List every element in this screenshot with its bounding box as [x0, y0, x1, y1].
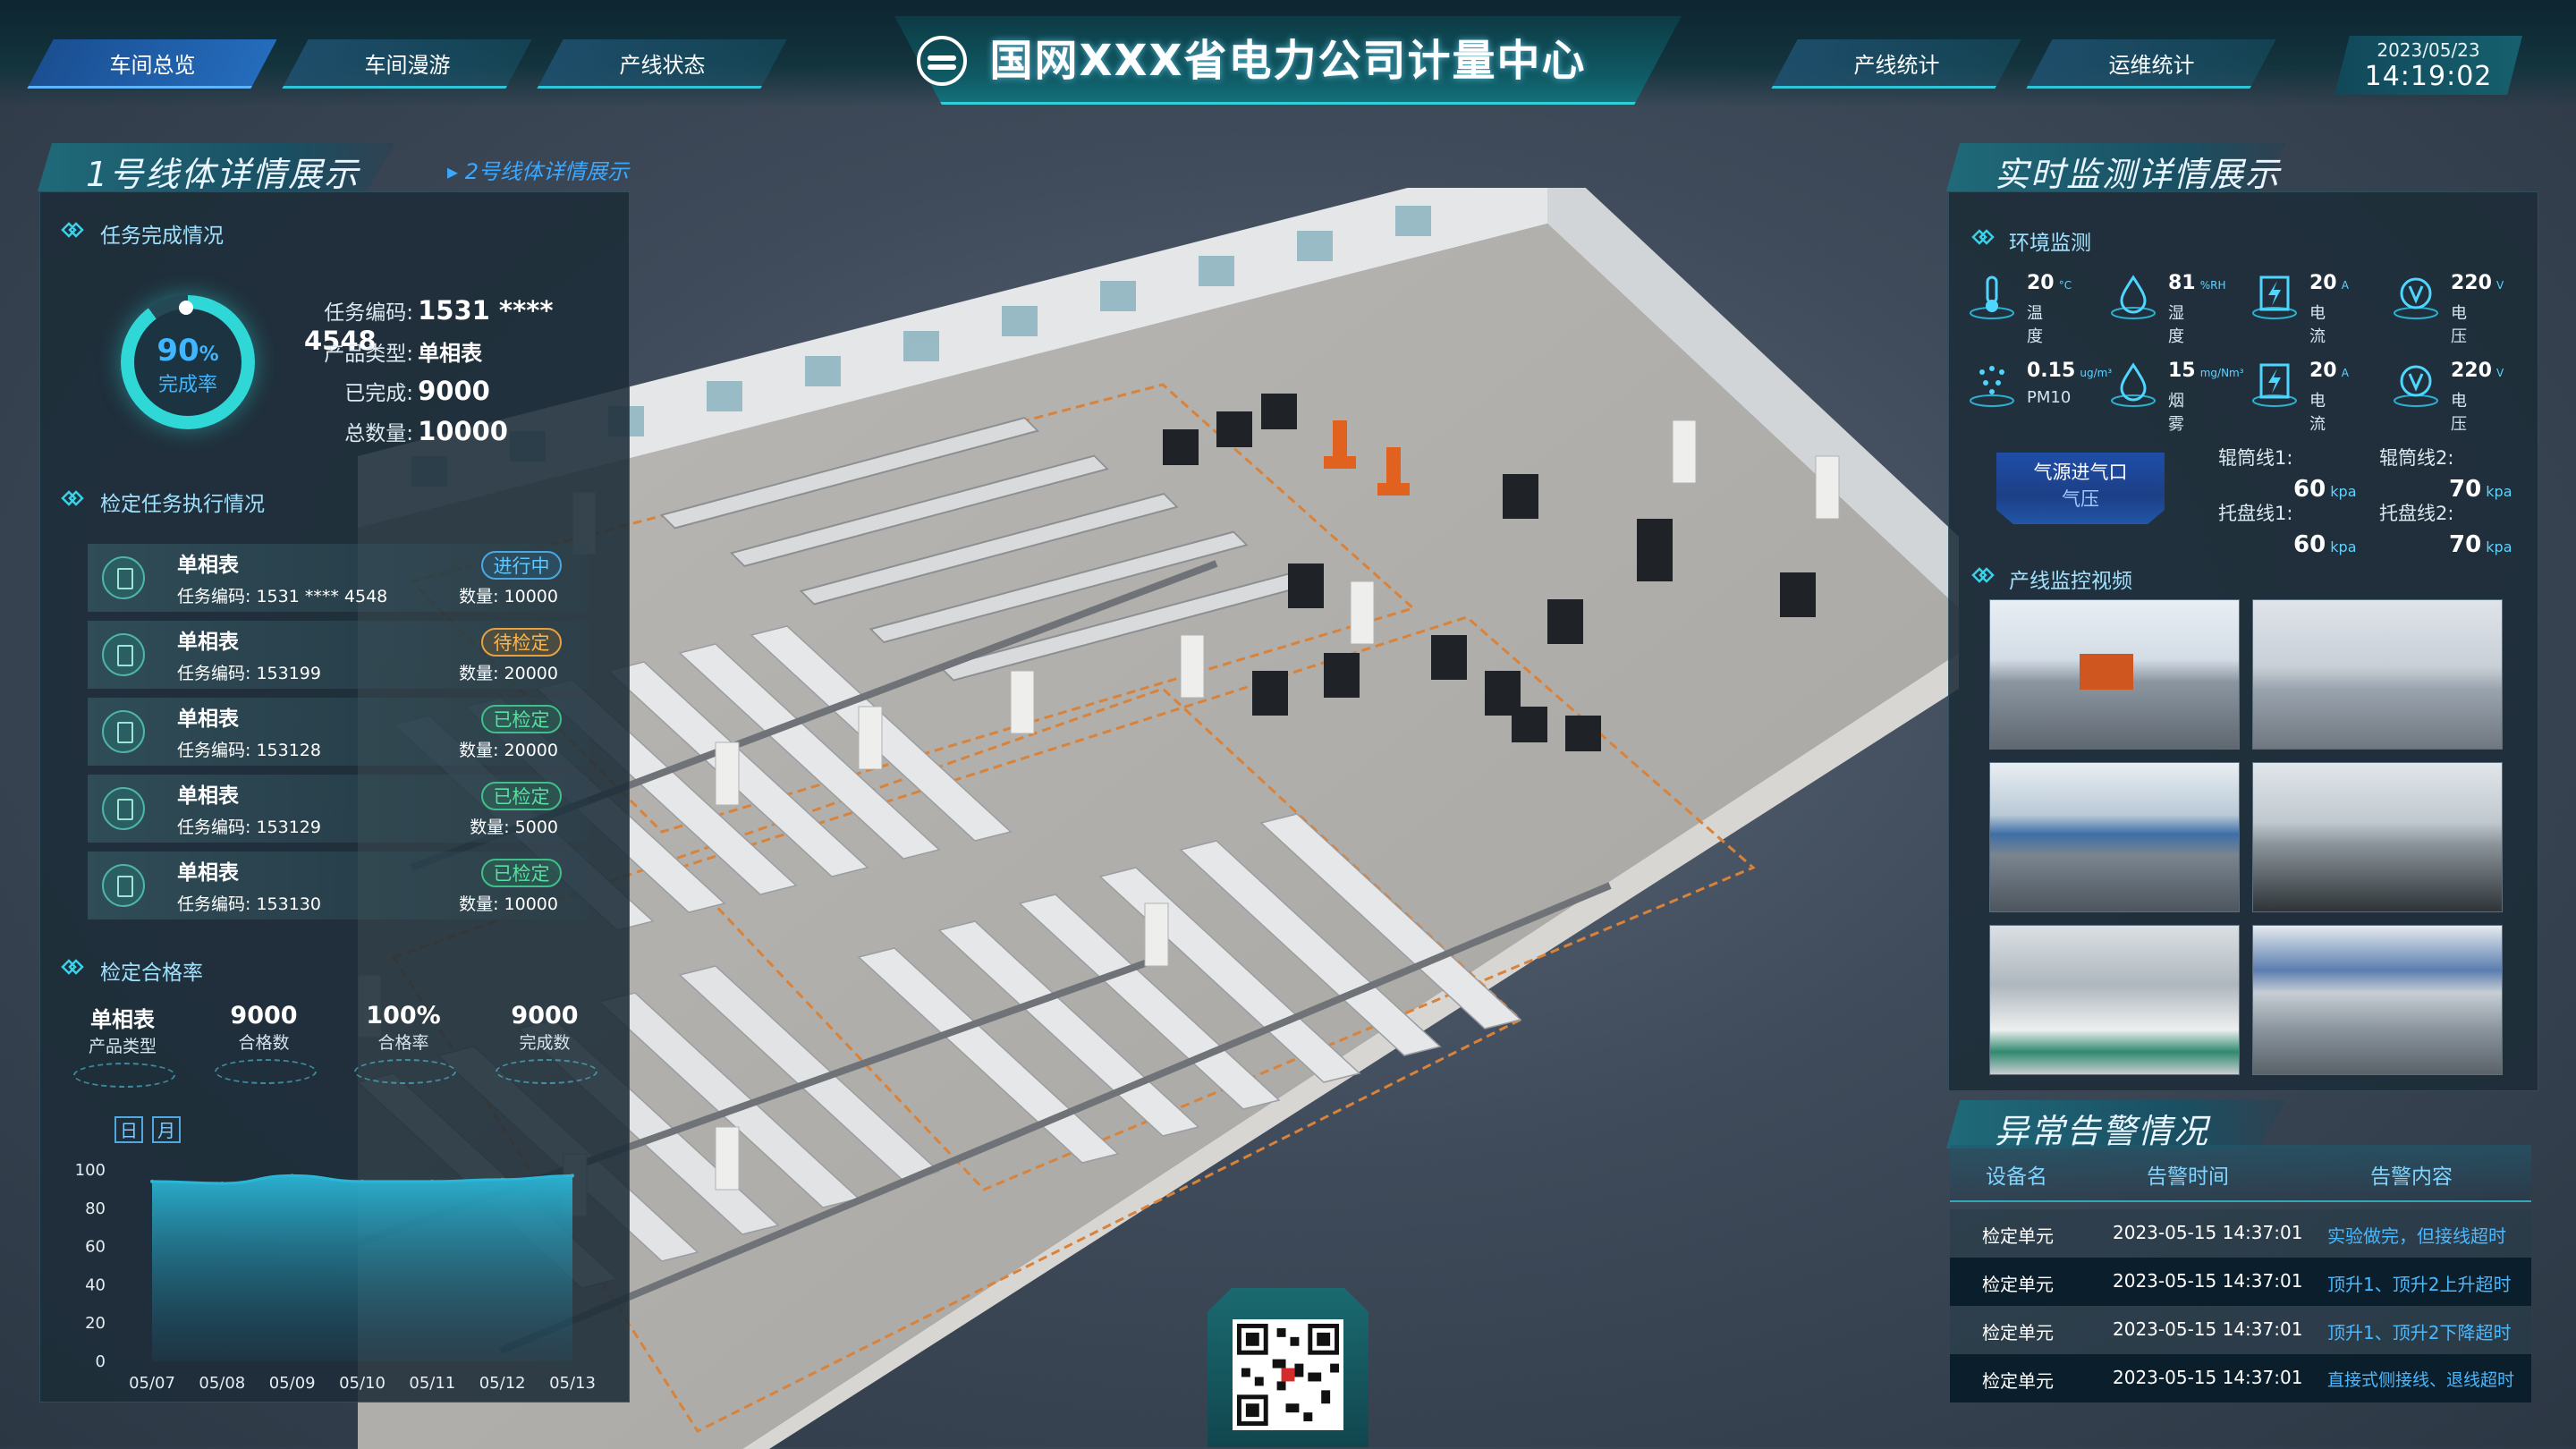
y-tick-label: 0 [96, 1352, 106, 1371]
ring-dot [179, 301, 193, 315]
task-row[interactable]: 单相表 任务编码: 1531 **** 4548 进行中 数量: 10000 [88, 544, 589, 612]
task-row[interactable]: 单相表 任务编码: 153129 已检定 数量: 5000 [88, 775, 589, 843]
video-feed-1[interactable] [1989, 599, 2240, 750]
status-badge: 已检定 [481, 782, 562, 810]
status-badge: 已检定 [481, 859, 562, 887]
pressure-reading: 托盘线2: 70 kpa [2379, 503, 2512, 558]
status-badge: 进行中 [481, 551, 562, 580]
alarm-row[interactable]: 检定单元 2023-05-15 14:37:01 实验做完，但接线超时 [1950, 1209, 2531, 1258]
data-point [220, 1181, 225, 1185]
page-title: 国网XXX省电力公司计量中心 [989, 36, 1587, 86]
video-feed-3[interactable] [1989, 762, 2240, 912]
data-point [360, 1179, 364, 1183]
video-feed-5[interactable] [1989, 925, 2240, 1075]
toggle-day[interactable]: 日 [114, 1116, 143, 1143]
diamond-icon [1971, 229, 1995, 245]
right-section-title: 实时监测详情展示 [1995, 155, 2282, 194]
y-tick-label: 20 [85, 1314, 106, 1333]
pass-rate-title: 检定合格率 [100, 962, 203, 985]
toggle-month[interactable]: 月 [152, 1116, 181, 1143]
diamond-icon [61, 490, 84, 506]
x-tick-label: 05/12 [479, 1374, 526, 1393]
data-point [430, 1179, 435, 1183]
task-info: 任务编码: 1531 **** 4548 产品类型: 单相表 已完成: 9000… [304, 295, 554, 446]
data-point [500, 1177, 504, 1182]
pressure-reading: 辊筒线2: 70 kpa [2379, 447, 2512, 503]
env-title: 环境监测 [2009, 232, 2091, 255]
y-tick-label: 60 [85, 1238, 106, 1257]
pass-stat: 100% 合格率 [345, 1002, 462, 1084]
completion-label: 完成率 [157, 374, 217, 396]
data-point [150, 1179, 154, 1183]
diamond-icon [1971, 567, 1995, 583]
qr-code[interactable] [1233, 1319, 1343, 1430]
left-section-title: 1号线体详情展示 [86, 155, 360, 194]
alarm-row[interactable]: 检定单元 2023-05-15 14:37:01 顶升1、顶升2上升超时 [1950, 1258, 2531, 1306]
droplet-icon [2111, 362, 2156, 407]
video-feed-6[interactable] [2252, 925, 2503, 1075]
pass-stat: 9000 合格数 [206, 1002, 322, 1084]
line2-link[interactable]: ▸ 2号线体详情展示 [447, 154, 629, 185]
x-tick-label: 05/13 [549, 1374, 596, 1393]
x-tick-label: 05/07 [129, 1374, 175, 1393]
voltage-icon [2394, 365, 2438, 407]
x-tick-label: 05/08 [199, 1374, 245, 1393]
exec-title: 检定任务执行情况 [100, 493, 265, 516]
nav-tab-ops-stats[interactable]: 运维统计 [2026, 39, 2276, 89]
alarm-row[interactable]: 检定单元 2023-05-15 14:37:01 顶升1、顶升2下降超时 [1950, 1306, 2531, 1354]
diamond-icon [61, 222, 84, 238]
x-tick-label: 05/09 [269, 1374, 316, 1393]
area-series-fill [152, 1175, 572, 1361]
current-time: 14:19:02 [2364, 61, 2493, 92]
pressure-reading: 托盘线1: 60 kpa [2218, 503, 2357, 558]
y-tick-label: 80 [85, 1199, 106, 1218]
data-point [571, 1174, 574, 1178]
task-completion-title: 任务完成情况 [100, 225, 224, 248]
dust-icon [1970, 366, 2014, 407]
alarm-row[interactable]: 检定单元 2023-05-15 14:37:01 直接式侧接线、退线超时 [1950, 1354, 2531, 1402]
pass-stat: 单相表 产品类型 [64, 1002, 181, 1088]
lightning-icon [2252, 363, 2297, 407]
lightning-icon [2252, 275, 2297, 319]
x-tick-label: 05/11 [409, 1374, 455, 1393]
completion-value: 90% [157, 333, 219, 369]
document-icon [102, 633, 145, 676]
nav-tab-line-stats[interactable]: 产线统计 [1771, 39, 2021, 89]
nav-tab-line-status[interactable]: 产线状态 [537, 39, 787, 89]
document-icon [102, 864, 145, 907]
y-tick-label: 40 [85, 1275, 106, 1294]
y-tick-label: 100 [75, 1161, 106, 1180]
video-feed-2[interactable] [2252, 599, 2503, 750]
status-badge: 待检定 [481, 628, 562, 657]
nav-tab-overview[interactable]: 车间总览 [27, 39, 277, 89]
document-icon [102, 787, 145, 830]
document-icon [102, 556, 145, 599]
status-badge: 已检定 [481, 705, 562, 733]
pass-stat: 9000 完成数 [487, 1002, 603, 1084]
diamond-icon [61, 959, 84, 975]
task-row[interactable]: 单相表 任务编码: 153130 已检定 数量: 10000 [88, 852, 589, 919]
data-point [290, 1174, 294, 1178]
task-row[interactable]: 单相表 任务编码: 153128 已检定 数量: 20000 [88, 698, 589, 766]
voltage-icon [2394, 277, 2438, 319]
pass-rate-chart: 0 20 40 60 80 100 05/07 05/08 05/09 05/10 05/11 05/… [75, 1161, 596, 1393]
video-feed-4[interactable] [2252, 762, 2503, 912]
alarm-table-header: 设备名 告警时间 告警内容 [1950, 1145, 2531, 1202]
video-title: 产线监控视频 [2009, 570, 2132, 593]
current-date: 2023/05/23 [2377, 39, 2480, 61]
x-tick-label: 05/10 [339, 1374, 386, 1393]
thermometer-icon [1970, 275, 2014, 319]
document-icon [102, 710, 145, 753]
pressure-reading: 辊筒线1: 60 kpa [2218, 447, 2357, 503]
nav-tab-roaming[interactable]: 车间漫游 [282, 39, 532, 89]
droplet-icon [2111, 275, 2156, 319]
task-row[interactable]: 单相表 任务编码: 153199 待检定 数量: 20000 [88, 621, 589, 689]
